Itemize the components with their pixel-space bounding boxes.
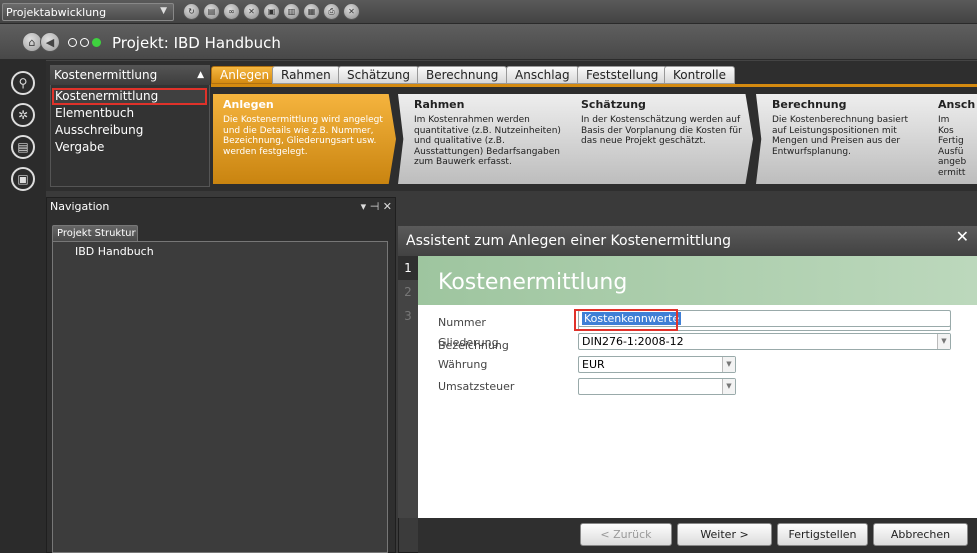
status-dot-icon <box>68 38 77 47</box>
tree-item-root[interactable]: IBD Handbuch <box>53 242 387 258</box>
waehrung-label: Währung <box>438 358 488 371</box>
bezeichnung-highlight <box>574 309 678 331</box>
tab-anschlag[interactable]: Anschlag <box>506 66 579 84</box>
next-button[interactable]: Weiter > <box>677 523 772 546</box>
card-rahmen[interactable]: Rahmen Im Kostenrahmen werden quantitati… <box>398 94 576 184</box>
module-selector[interactable]: Kostenermittlung ▲ <box>50 65 210 85</box>
print-icon[interactable]: ⎙ <box>323 3 340 20</box>
refresh-icon[interactable]: ↻ <box>183 3 200 20</box>
module-item-vergabe[interactable]: Vergabe <box>50 139 210 156</box>
card-title: Berechnung <box>772 98 847 111</box>
module-item-elementbuch[interactable]: Elementbuch <box>50 105 210 122</box>
close-icon[interactable]: ✕ <box>343 3 360 20</box>
close-icon[interactable]: ✕ <box>956 227 969 246</box>
gliederung-value: DIN276-1:2008-12 <box>582 335 684 348</box>
tab-berechnung[interactable]: Berechnung <box>417 66 508 84</box>
project-tree-icon[interactable]: ⚲ <box>11 71 35 95</box>
nummer-label: Nummer <box>438 316 486 329</box>
waehrung-select[interactable]: EUR ▼ <box>578 356 736 373</box>
wizard-step-2: 2 <box>404 285 412 299</box>
chevron-down-icon: ▼ <box>722 357 735 372</box>
back-button[interactable]: < Zurück <box>580 523 672 546</box>
chain-icon[interactable]: ∞ <box>223 3 240 20</box>
wizard-step-bar: 1 2 3 <box>398 256 418 518</box>
tab-kontrolle[interactable]: Kontrolle <box>664 66 735 84</box>
card-description: Die Kostenermittlung wird angelegt und d… <box>223 115 383 157</box>
waehrung-value: EUR <box>582 358 605 371</box>
wizard-title: Assistent zum Anlegen einer Kostenermitt… <box>398 226 977 256</box>
toolbar-icon-group: ↻ ▤ ∞ ✕ ▣ ▥ ▦ ⎙ ✕ <box>183 3 360 20</box>
export-icon[interactable]: ▥ <box>283 3 300 20</box>
status-dot-icon <box>80 38 89 47</box>
wizard-step-1: 1 <box>398 256 418 280</box>
wizard-step-3: 3 <box>404 309 412 323</box>
settings-icon[interactable]: ✲ <box>11 103 35 127</box>
card-title: Anlegen <box>223 98 274 111</box>
tab-feststellung[interactable]: Feststellung <box>577 66 668 84</box>
document-icon[interactable]: ▤ <box>203 3 220 20</box>
module-selector-label: Kostenermittlung <box>54 68 158 82</box>
card-anlegen[interactable]: Anlegen Die Kostenermittlung wird angele… <box>213 94 396 184</box>
card-description: In der Kostenschätzung werden auf Basis … <box>581 115 742 146</box>
umsatzsteuer-label: Umsatzsteuer <box>438 380 515 393</box>
cancel-button[interactable]: Abbrechen <box>873 523 968 546</box>
window-icon[interactable]: ▣ <box>11 167 35 191</box>
gliederung-select[interactable]: DIN276-1:2008-12 ▼ <box>578 333 951 350</box>
navigation-title: Navigation <box>50 200 110 213</box>
save-icon[interactable]: ▦ <box>303 3 320 20</box>
finish-button[interactable]: Fertigstellen <box>777 523 868 546</box>
side-icon-strip <box>0 60 46 553</box>
status-dot-active-icon <box>92 38 101 47</box>
tab-rahmen[interactable]: Rahmen <box>272 66 340 84</box>
project-title: Projekt: IBD Handbuch <box>112 34 281 52</box>
tab-anlegen[interactable]: Anlegen <box>211 66 279 84</box>
tab-schaetzung[interactable]: Schätzung <box>338 66 420 84</box>
module-item-kostenermittlung[interactable]: Kostenermittlung <box>50 88 210 105</box>
project-mode-label: Projektabwicklung <box>6 5 107 19</box>
back-icon[interactable]: ◀ <box>40 32 60 52</box>
gliederung-label: Gliederung <box>438 336 499 349</box>
card-description: Im Kostenrahmen werden quantitative (z.B… <box>414 115 561 167</box>
module-item-ausschreibung[interactable]: Ausschreibung <box>50 122 210 139</box>
project-tree[interactable]: IBD Handbuch <box>52 241 388 553</box>
navigation-header: Navigation ▾ ⊣ ✕ <box>50 200 392 220</box>
wizard-heading: Kostenermittlung <box>438 270 628 295</box>
card-title: Schätzung <box>581 98 646 111</box>
project-mode-select[interactable]: Projektabwicklung ▼ <box>2 3 174 21</box>
card-anschlag[interactable]: Ansch Im Kos Fertig Ausfü angeb ermitt <box>922 94 977 184</box>
umsatzsteuer-select[interactable]: ▼ <box>578 378 736 395</box>
chevron-down-icon: ▼ <box>937 334 950 349</box>
card-title: Rahmen <box>414 98 465 111</box>
calculator-icon[interactable]: ▤ <box>11 135 35 159</box>
chevron-down-icon: ▼ <box>722 379 735 394</box>
home-icon[interactable]: ⌂ <box>22 32 42 52</box>
card-schaetzung[interactable]: Schätzung In der Kostenschätzung werden … <box>565 94 753 184</box>
delete-icon[interactable]: ✕ <box>243 3 260 20</box>
tab-projekt-struktur[interactable]: Projekt Struktur <box>52 225 138 241</box>
copy-icon[interactable]: ▣ <box>263 3 280 20</box>
card-description: Im Kos Fertig Ausfü angeb ermitt <box>938 115 967 178</box>
card-berechnung[interactable]: Berechnung Die Kostenberechnung basiert … <box>756 94 932 184</box>
tab-row-underline <box>211 84 977 87</box>
panel-controls-icon[interactable]: ▾ ⊣ ✕ <box>361 200 392 213</box>
card-title: Ansch <box>938 98 976 111</box>
chevron-down-icon: ▼ <box>160 6 167 16</box>
chevron-up-icon: ▲ <box>197 70 204 80</box>
card-description: Die Kostenberechnung basiert auf Leistun… <box>772 115 909 157</box>
